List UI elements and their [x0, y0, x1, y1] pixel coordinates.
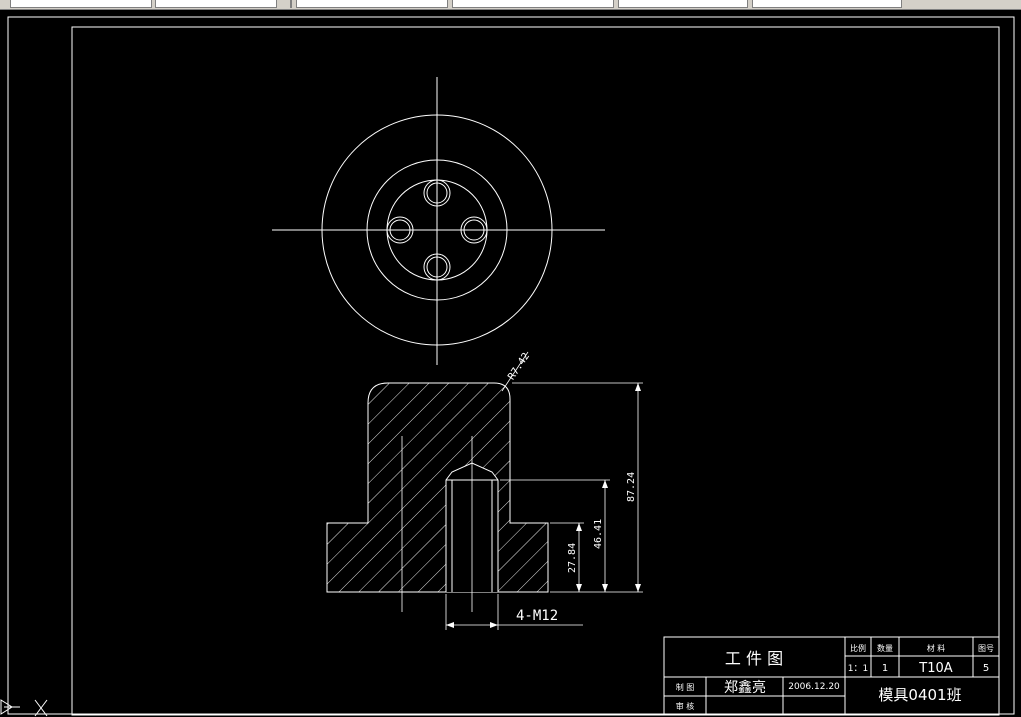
- toolbar-field[interactable]: [296, 0, 448, 8]
- material-value: T10A: [918, 661, 952, 676]
- section-hatch-right: [498, 480, 548, 592]
- toolbar-field[interactable]: [618, 0, 748, 8]
- toolbar-field[interactable]: [155, 0, 277, 8]
- quantity-header: 数量: [877, 643, 893, 653]
- toolbar-field[interactable]: [752, 0, 902, 8]
- toolbar-separator: [290, 0, 292, 8]
- dim-shoulder-height-label: 27.84: [567, 543, 578, 573]
- drawn-name: 郑鑫亮: [724, 679, 766, 696]
- section-view: [326, 382, 549, 612]
- scale-header: 比例: [850, 643, 866, 653]
- toolbar-field[interactable]: [452, 0, 614, 8]
- drawing-no-value: 5: [983, 663, 989, 674]
- drawing-no-header: 图号: [978, 644, 994, 653]
- drawing-viewport[interactable]: R7.42 87.24 46.41 27.84 4-M12 工 件 图 比例 数…: [0, 10, 1021, 717]
- toolbar-field[interactable]: [10, 0, 152, 8]
- quantity-value: 1: [882, 663, 888, 674]
- cad-drawing: R7.42 87.24 46.41 27.84 4-M12 工 件 图 比例 数…: [0, 16, 1015, 717]
- toolbar: [0, 0, 1021, 10]
- class-name: 模具0401班: [878, 686, 961, 704]
- dim-total-height-label: 87.24: [626, 472, 637, 502]
- checked-label: 审 核: [676, 701, 695, 711]
- dim-chamfer-label: R7.42: [506, 351, 532, 382]
- scale-value: 1：1: [848, 664, 868, 674]
- drawn-label: 制 图: [676, 682, 695, 692]
- title-text: 工 件 图: [725, 649, 783, 668]
- thread-callout: 4-M12: [516, 608, 558, 624]
- outer-border: [7, 16, 1015, 715]
- top-view: [272, 77, 605, 365]
- material-header: 材 料: [927, 643, 946, 653]
- drawing-date: 2006.12.20: [788, 682, 840, 692]
- dim-bore-depth-label: 46.41: [593, 519, 604, 549]
